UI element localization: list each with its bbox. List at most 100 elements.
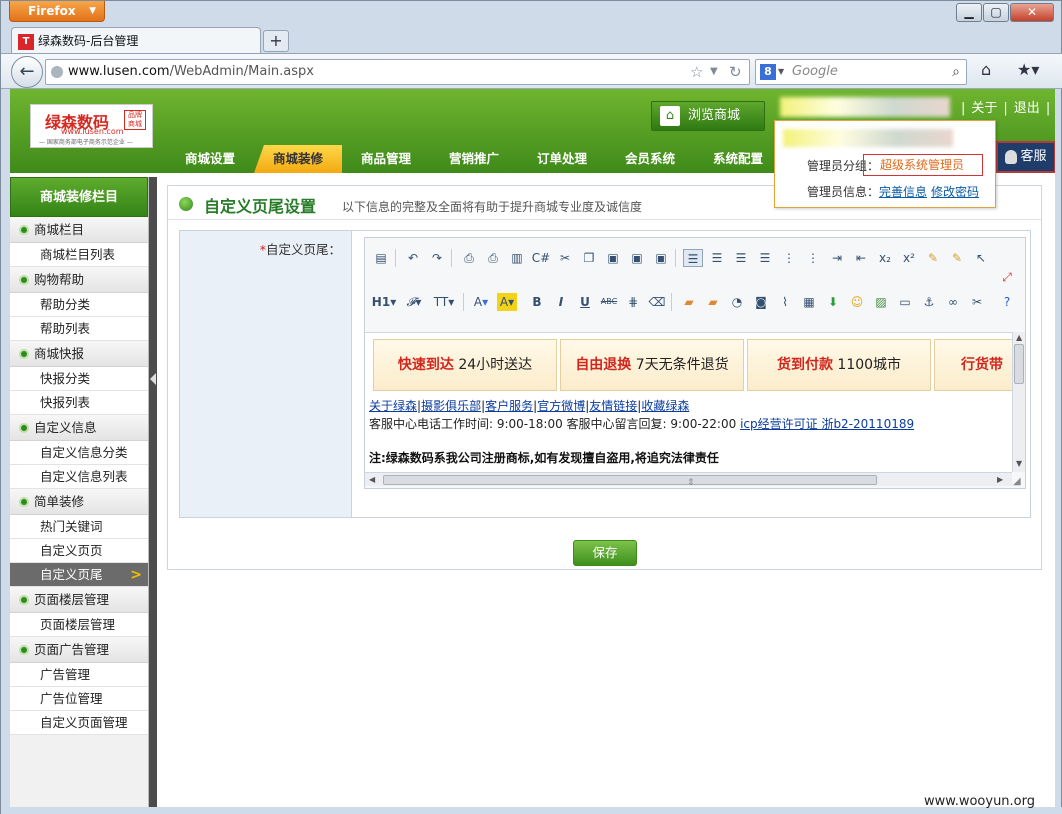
heading-dropdown[interactable]: H1▾: [371, 293, 397, 311]
underline-icon[interactable]: U: [575, 293, 595, 311]
scroll-right-icon[interactable]: ▶: [997, 475, 1003, 484]
clear-format-icon[interactable]: ✎: [923, 249, 943, 267]
picture-icon[interactable]: ▨: [871, 293, 891, 311]
bookmark-star-icon[interactable]: ☆: [690, 60, 703, 84]
sidebar-item[interactable]: 商城栏目列表: [10, 243, 148, 267]
table-grid-icon[interactable]: ⋕: [623, 293, 643, 311]
sidebar-group-simple-decoration[interactable]: 简单装修: [10, 489, 148, 515]
scroll-up-icon[interactable]: ▲: [1016, 333, 1022, 342]
emoticon-icon[interactable]: ☺: [847, 293, 867, 311]
footer-link[interactable]: 客户服务: [485, 399, 533, 413]
corner-resize-icon[interactable]: ◢: [1013, 476, 1021, 487]
sidebar-item[interactable]: 热门关键词: [10, 515, 148, 539]
unordered-list-icon[interactable]: ⋮: [803, 249, 823, 267]
sidebar-item[interactable]: 广告管理: [10, 663, 148, 687]
complete-info-link[interactable]: 完善信息: [879, 185, 927, 199]
font-size-dropdown[interactable]: TT▾: [431, 293, 457, 311]
sidebar-group-news[interactable]: 商城快报: [10, 341, 148, 367]
pointer-icon[interactable]: ↖: [971, 249, 991, 267]
home-icon[interactable]: ⌂: [981, 60, 991, 79]
sidebar-item[interactable]: 自定义页页: [10, 539, 148, 563]
text-color-icon[interactable]: A▾: [471, 293, 491, 311]
preview-icon[interactable]: ⎙: [459, 249, 479, 267]
template-icon[interactable]: ▥: [507, 249, 527, 267]
scrollbar-thumb[interactable]: [383, 475, 877, 485]
copy-icon[interactable]: ❐: [579, 249, 599, 267]
maximize-button[interactable]: ▢: [983, 3, 1009, 22]
bold-icon[interactable]: B: [527, 293, 547, 311]
paste-plain-icon[interactable]: ▣: [627, 249, 647, 267]
sidebar-group-ad-management[interactable]: 页面广告管理: [10, 637, 148, 663]
media-icon[interactable]: ◔: [727, 293, 747, 311]
sidebar-group-mall-columns[interactable]: 商城栏目: [10, 217, 148, 243]
search-bar[interactable]: 8 ▼ Google ⌕: [755, 59, 967, 85]
bookmarks-menu-icon[interactable]: ★▾: [1017, 60, 1039, 79]
anchor-icon[interactable]: ⚓: [919, 293, 939, 311]
italic-icon[interactable]: I: [551, 293, 571, 311]
redo-icon[interactable]: ↷: [427, 249, 447, 267]
back-button[interactable]: ←: [11, 56, 43, 88]
page-break-icon[interactable]: ▭: [895, 293, 915, 311]
url-bar[interactable]: www.lusen.com/WebAdmin/Main.aspx ☆ ▼ ↻: [45, 59, 750, 85]
scrollbar-thumb[interactable]: [1014, 344, 1024, 384]
logout-link[interactable]: 退出: [1014, 101, 1040, 116]
minimize-button[interactable]: ▁: [956, 3, 982, 22]
sidebar-item[interactable]: 广告位管理: [10, 687, 148, 711]
audio-icon[interactable]: ◙: [751, 293, 771, 311]
outdent-icon[interactable]: ⇤: [851, 249, 871, 267]
attachment-icon[interactable]: ⌇: [775, 293, 795, 311]
sidebar-group-floor-management[interactable]: 页面楼层管理: [10, 587, 148, 613]
sidebar-item[interactable]: 自定义信息分类: [10, 441, 148, 465]
sidebar-item-active[interactable]: 自定义页尾 >: [10, 563, 148, 587]
scroll-down-icon[interactable]: ▼: [1016, 459, 1022, 468]
about-link[interactable]: 关于: [971, 101, 997, 116]
icp-link[interactable]: icp经营许可证 浙b2-20110189: [740, 417, 914, 431]
align-right-icon[interactable]: ☰: [731, 249, 751, 267]
footer-link[interactable]: 关于绿森: [369, 399, 417, 413]
site-logo[interactable]: 绿森数码 品牌商城 www.lusen.com — 国家商务部电子商务示范企业 …: [30, 104, 153, 148]
align-left-icon[interactable]: ☰: [683, 249, 703, 267]
sidebar-collapse-handle[interactable]: [149, 177, 157, 807]
sidebar-item[interactable]: 快报列表: [10, 391, 148, 415]
menu-item-mall-decoration[interactable]: 商城装修: [254, 145, 342, 173]
firefox-menu-button[interactable]: Firefox ▼: [9, 1, 105, 22]
engine-dropdown-icon[interactable]: ▼: [778, 60, 784, 84]
menu-item-orders[interactable]: 订单处理: [518, 145, 606, 173]
help-icon[interactable]: ?: [997, 293, 1017, 311]
menu-item-marketing[interactable]: 营销推广: [430, 145, 518, 173]
subscript-icon[interactable]: x₂: [875, 249, 895, 267]
print-icon[interactable]: ⎙: [483, 249, 503, 267]
reload-icon[interactable]: ↻: [729, 60, 742, 84]
customer-service-button[interactable]: 客服: [996, 141, 1055, 173]
font-family-dropdown[interactable]: 𝓕▾: [403, 293, 425, 311]
indent-icon[interactable]: ⇥: [827, 249, 847, 267]
new-tab-button[interactable]: +: [263, 30, 289, 52]
code-icon[interactable]: C#: [531, 249, 551, 267]
align-center-icon[interactable]: ☰: [707, 249, 727, 267]
sidebar-item[interactable]: 快报分类: [10, 367, 148, 391]
link-icon[interactable]: ∞: [943, 293, 963, 311]
paste-icon[interactable]: ▣: [603, 249, 623, 267]
hr-icon[interactable]: ⬇: [823, 293, 843, 311]
browser-tab[interactable]: T 绿森数码-后台管理: [11, 27, 261, 53]
history-dropdown-icon[interactable]: ▼: [710, 60, 718, 84]
bg-color-icon[interactable]: A▾: [497, 293, 517, 311]
menu-item-mall-settings[interactable]: 商城设置: [166, 145, 254, 173]
eraser-icon[interactable]: ⌫: [647, 293, 667, 311]
table-icon[interactable]: ▦: [799, 293, 819, 311]
ordered-list-icon[interactable]: ⋮: [779, 249, 799, 267]
editor-vertical-scrollbar[interactable]: ▲ ▼: [1012, 332, 1025, 472]
image-insert-icon[interactable]: ▰: [679, 293, 699, 311]
footer-link[interactable]: 摄影俱乐部: [421, 399, 481, 413]
source-icon[interactable]: ▤: [371, 249, 391, 267]
sidebar-item[interactable]: 自定义信息列表: [10, 465, 148, 489]
superscript-icon[interactable]: x²: [899, 249, 919, 267]
sidebar-group-custom-info[interactable]: 自定义信息: [10, 415, 148, 441]
menu-item-system-config[interactable]: 系统配置: [694, 145, 782, 173]
browse-mall-button[interactable]: ⌂ 浏览商城: [651, 101, 765, 131]
cut-icon[interactable]: ✂: [555, 249, 575, 267]
footer-link[interactable]: 友情链接: [589, 399, 637, 413]
unlink-icon[interactable]: ✂: [967, 293, 987, 311]
scroll-left-icon[interactable]: ◀: [369, 475, 375, 484]
justify-icon[interactable]: ☰: [755, 249, 775, 267]
